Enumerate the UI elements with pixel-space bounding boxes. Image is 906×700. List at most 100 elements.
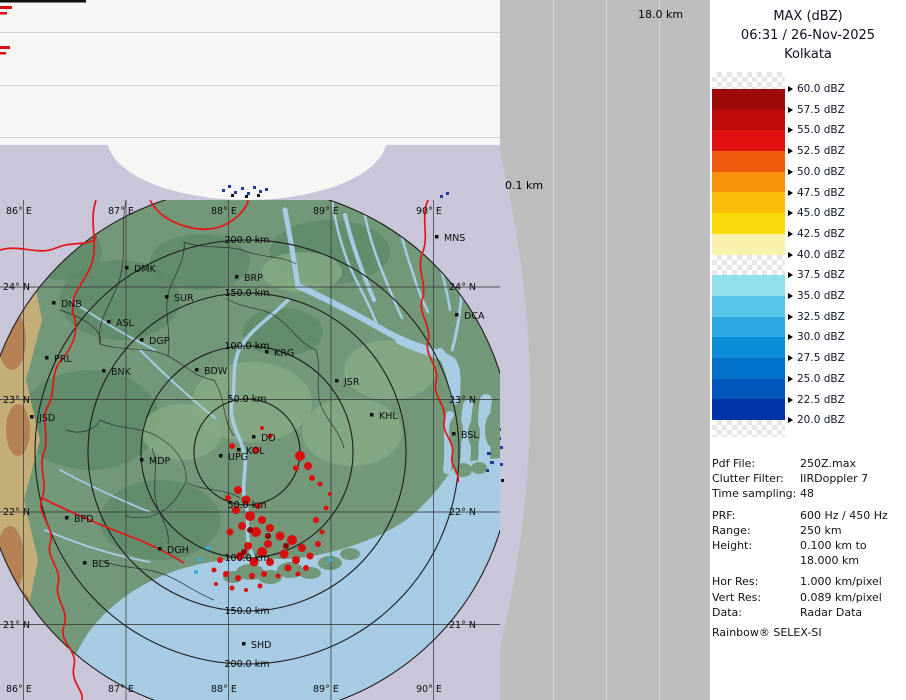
svg-text:DNB: DNB (61, 299, 82, 310)
info-row-value: IIRDoppler 7 (800, 471, 904, 486)
legend-label: 20.0 dBZ (788, 414, 845, 427)
product-datetime: 06:31 / 26-Nov-2025 (710, 26, 906, 45)
svg-text:BLS: BLS (92, 559, 110, 570)
svg-text:DCA: DCA (464, 311, 485, 322)
info-row-value: 0.089 km/pixel (800, 590, 904, 605)
svg-text:24° N: 24° N (449, 282, 476, 293)
legend-segment (712, 337, 785, 358)
legend-tick-arrow-icon (788, 210, 793, 216)
svg-text:100.0 km: 100.0 km (225, 341, 270, 352)
legend-panel: MAX (dBZ) 06:31 / 26-Nov-2025 Kolkata 60… (710, 0, 906, 700)
svg-text:JSR: JSR (343, 377, 360, 388)
legend-label-text: 47.5 dBZ (797, 187, 845, 199)
svg-text:23° N: 23° N (449, 395, 476, 406)
legend-tick-arrow-icon (788, 376, 793, 382)
info-row-value: 600 Hz / 450 Hz (800, 508, 904, 523)
legend-label-text: 52.5 dBZ (797, 145, 845, 157)
legend-segment (712, 172, 785, 193)
info-row: Clutter Filter:IIRDoppler 7 (712, 471, 904, 486)
info-row: Time sampling:48 (712, 486, 904, 501)
height-axis-min-label: 0.1 km (505, 179, 543, 192)
legend-tick-arrow-icon (788, 334, 793, 340)
info-row-label: Height: (712, 538, 800, 553)
svg-text:PRL: PRL (54, 354, 72, 365)
svg-text:BNK: BNK (111, 367, 132, 378)
svg-text:MDP: MDP (149, 456, 171, 467)
info-row: Pdf File:250Z.max (712, 456, 904, 471)
legend-label-text: 25.0 dBZ (797, 373, 845, 385)
svg-text:SHD: SHD (251, 640, 272, 651)
info-row-label: Data: (712, 605, 800, 620)
info-row: PRF:600 Hz / 450 Hz (712, 508, 904, 523)
legend-label: 57.5 dBZ (788, 103, 845, 116)
info-row-value: 250 km (800, 523, 904, 538)
legend-tick-arrow-icon (788, 190, 793, 196)
svg-text:22° N: 22° N (3, 507, 30, 518)
legend-segment (712, 89, 785, 110)
legend-label: 42.5 dBZ (788, 227, 845, 240)
top-projection-panel (0, 0, 500, 200)
product-info: Pdf File:250Z.maxClutter Filter:IIRDoppl… (712, 456, 904, 620)
svg-text:KOL: KOL (246, 446, 265, 457)
svg-text:JSD: JSD (38, 413, 55, 424)
legend-label-text: 27.5 dBZ (797, 352, 845, 364)
svg-text:100.0 km: 100.0 km (225, 553, 270, 564)
legend-label-text: 22.5 dBZ (797, 394, 845, 406)
legend-segment (712, 151, 785, 172)
svg-text:200.0 km: 200.0 km (225, 235, 270, 246)
legend-label-text: 45.0 dBZ (797, 207, 845, 219)
legend-tick-arrow-icon (788, 314, 793, 320)
legend-label: 50.0 dBZ (788, 165, 845, 178)
svg-text:KHL: KHL (379, 411, 398, 422)
legend-segment (712, 379, 785, 400)
svg-text:KRG: KRG (274, 348, 294, 359)
info-row: 18.000 km (712, 553, 904, 568)
svg-text:BDW: BDW (204, 366, 228, 377)
legend-segment (712, 130, 785, 151)
svg-text:150.0 km: 150.0 km (225, 288, 270, 299)
legend-label: 25.0 dBZ (788, 372, 845, 385)
svg-text:89° E: 89° E (313, 206, 339, 217)
legend-label-text: 32.5 dBZ (797, 311, 845, 323)
svg-text:90° E: 90° E (416, 684, 442, 695)
info-row: Height:0.100 km to (712, 538, 904, 553)
info-row-label: Pdf File: (712, 456, 800, 471)
legend-segment (712, 296, 785, 317)
legend-segment (712, 213, 785, 234)
legend-label-text: 37.5 dBZ (797, 269, 845, 281)
svg-text:MNS: MNS (444, 233, 465, 244)
legend-segment (712, 420, 785, 437)
info-row-value: 0.100 km to (800, 538, 904, 553)
svg-text:50.0 km: 50.0 km (228, 500, 267, 511)
legend-label: 47.5 dBZ (788, 186, 845, 199)
legend-label: 37.5 dBZ (788, 269, 845, 282)
info-row-label: Vert Res: (712, 590, 800, 605)
svg-text:BRP: BRP (244, 273, 263, 284)
svg-text:88° E: 88° E (211, 206, 237, 217)
info-row-label: PRF: (712, 508, 800, 523)
legend-label-text: 35.0 dBZ (797, 290, 845, 302)
colorbar-area: 60.0 dBZ57.5 dBZ55.0 dBZ52.5 dBZ50.0 dBZ… (712, 72, 904, 452)
legend-label-text: 55.0 dBZ (797, 124, 845, 136)
legend-segment (712, 275, 785, 296)
legend-tick-arrow-icon (788, 293, 793, 299)
svg-text:BPD: BPD (74, 514, 94, 525)
svg-text:86° E: 86° E (6, 206, 32, 217)
legend-label: 32.5 dBZ (788, 310, 845, 323)
svg-text:21° N: 21° N (449, 620, 476, 631)
radar-app-window: 0.1 km 18.0 km (0, 0, 906, 700)
legend-segment (712, 317, 785, 338)
map-canvas[interactable]: MNS DMK BRP SUR DNB ASL DGP KRG DCA PRL … (0, 187, 512, 700)
info-row: Data:Radar Data (712, 605, 904, 620)
legend-tick-arrow-icon (788, 231, 793, 237)
svg-text:88° E: 88° E (211, 684, 237, 695)
info-row-label: Clutter Filter: (712, 471, 800, 486)
info-row-value: 48 (800, 486, 904, 501)
info-row: Vert Res:0.089 km/pixel (712, 590, 904, 605)
legend-segment (712, 234, 785, 255)
legend-segment (712, 399, 785, 420)
height-axis-max-label: 18.0 km (638, 8, 683, 21)
legend-tick-arrow-icon (788, 252, 793, 258)
legend-label: 22.5 dBZ (788, 393, 845, 406)
legend-label-text: 42.5 dBZ (797, 228, 845, 240)
